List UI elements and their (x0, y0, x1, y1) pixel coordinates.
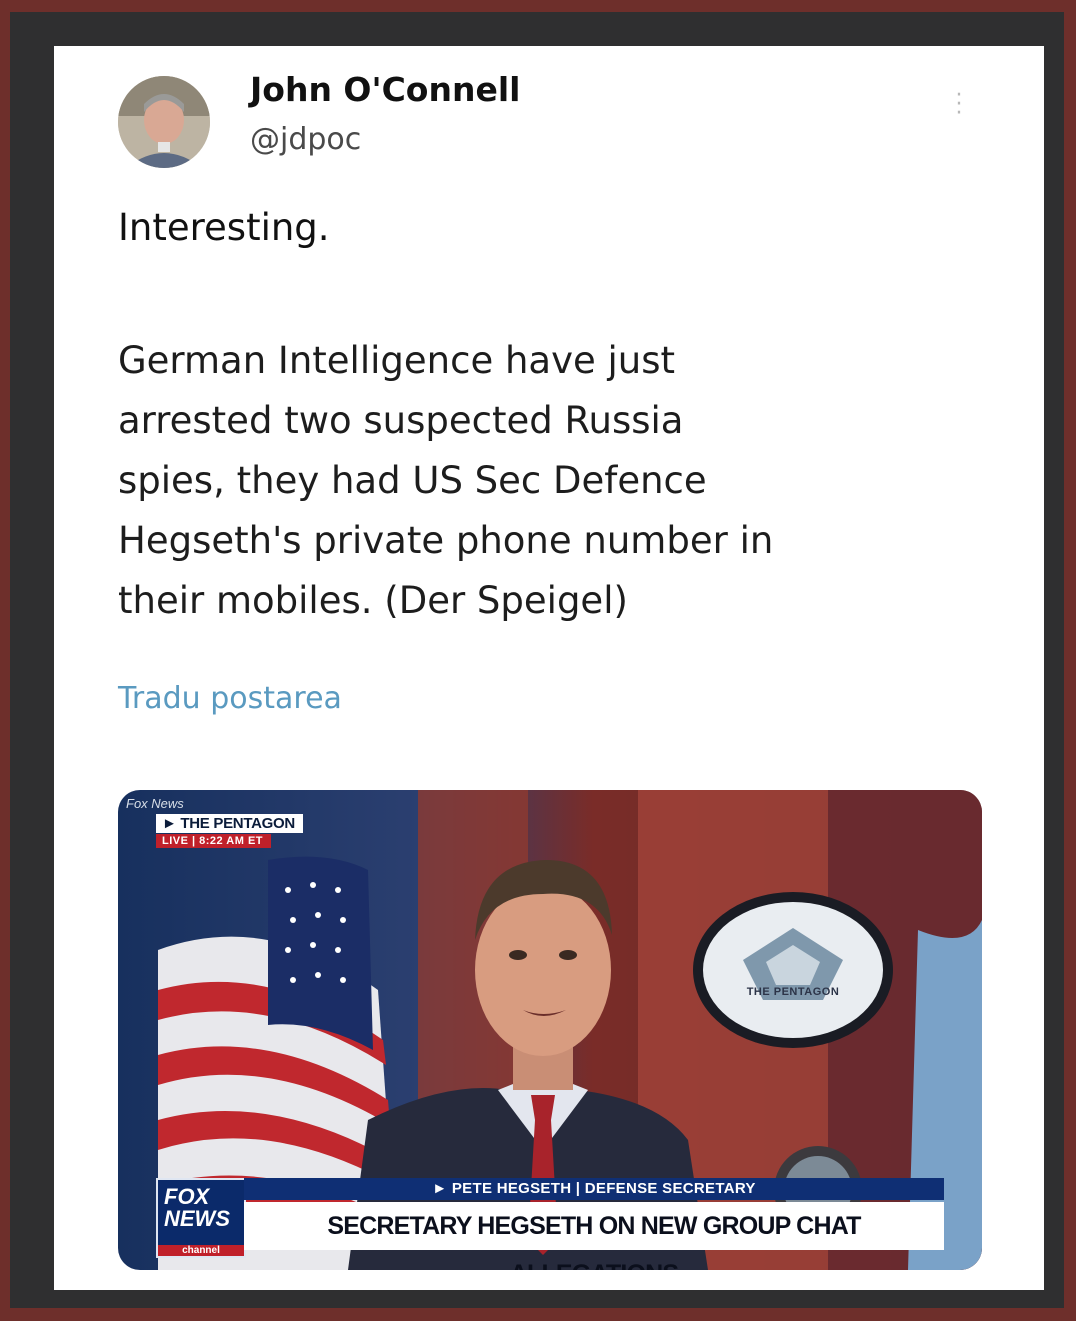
lower-third-speaker: ► PETE HEGSETH | DEFENSE SECRETARY (244, 1178, 944, 1200)
pentagon-seal-icon (693, 892, 893, 1048)
lower-third: ► PETE HEGSETH | DEFENSE SECRETARY SECRE… (244, 1178, 944, 1270)
outer-frame: John O'Connell @jdpoc · · · Interesting. G… (10, 12, 1064, 1308)
fox-news-watermark: Fox News (126, 796, 184, 811)
tweet-body-text: German Intelligence have just arrested t… (118, 339, 774, 622)
author-handle[interactable]: @jdpoc (250, 122, 361, 157)
fox-news-logo: FOX NEWS channel (156, 1178, 246, 1258)
tweet-card: John O'Connell @jdpoc · · · Interesting. G… (54, 46, 1044, 1290)
tweet-media-image[interactable]: Fox News ► THE PENTAGON LIVE | 8:22 AM E… (118, 790, 982, 1270)
live-timestamp-tag: LIVE | 8:22 AM ET (156, 834, 272, 848)
more-options-icon[interactable]: · · · (954, 85, 964, 127)
author-name[interactable]: John O'Connell (250, 70, 520, 109)
tweet-intro-text: Interesting. (118, 206, 330, 249)
fox-news-logo-text: FOX NEWS (164, 1184, 230, 1231)
fox-news-logo-sub: channel (158, 1245, 244, 1256)
lower-third-headline: SECRETARY HEGSETH ON NEW GROUP CHAT ALLE… (244, 1202, 944, 1270)
backdrop-seal-text: THE PENTAGON (746, 986, 840, 998)
author-avatar[interactable] (118, 76, 210, 168)
translate-post-link[interactable]: Tradu postarea (118, 681, 342, 716)
location-tag: ► THE PENTAGON (156, 814, 303, 833)
avatar-photo-icon (118, 76, 210, 168)
